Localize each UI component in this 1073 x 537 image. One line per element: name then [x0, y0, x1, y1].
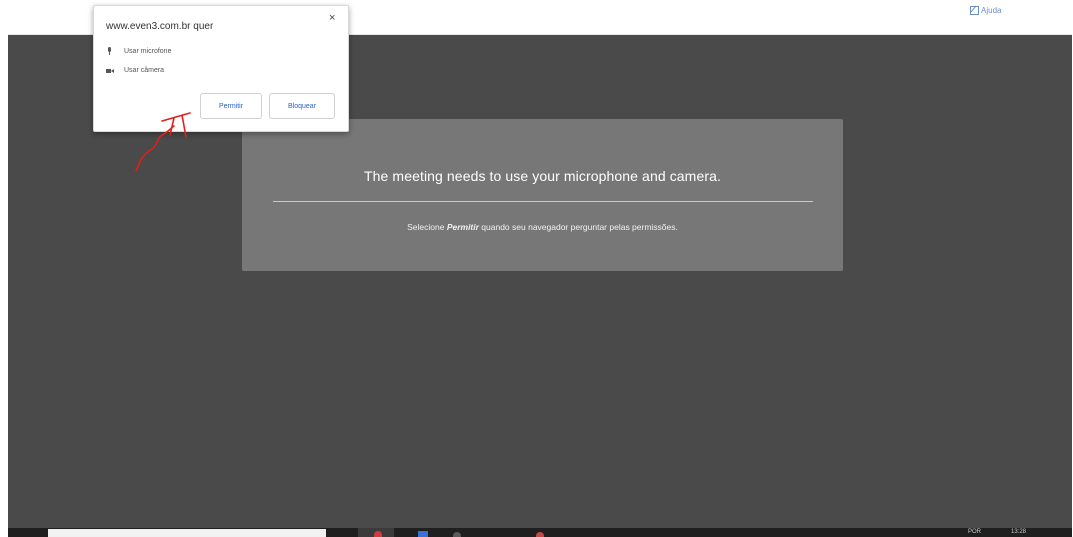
- permission-notice: The meeting needs to use your microphone…: [242, 119, 843, 271]
- arrow-shaft: [135, 125, 175, 172]
- camera-label: Usar câmera: [124, 67, 165, 74]
- taskbar-app-icon[interactable]: [536, 532, 544, 537]
- edit-icon: [970, 6, 979, 15]
- notice-subtitle-emphasis: Permitir: [446, 222, 479, 232]
- block-button[interactable]: Bloquear: [269, 93, 335, 119]
- popup-origin: www.even3.com.br quer: [106, 21, 214, 32]
- allow-button[interactable]: Permitir: [200, 93, 262, 119]
- taskbar: POR 13:28: [8, 528, 1072, 537]
- notice-title: The meeting needs to use your microphone…: [364, 168, 721, 184]
- notice-subtitle-end: quando seu navegador perguntar pelas per…: [478, 222, 678, 232]
- close-button[interactable]: ×: [329, 13, 335, 24]
- screen: Ajuda The meeting needs to use your micr…: [0, 0, 1073, 537]
- microphone-permission: Usar microfone: [106, 47, 171, 56]
- camera-icon: [106, 68, 114, 74]
- chrome-icon[interactable]: [374, 531, 382, 537]
- mail-icon[interactable]: [418, 531, 428, 537]
- tray-language[interactable]: POR: [968, 528, 981, 536]
- taskbar-app-icon[interactable]: [453, 532, 461, 537]
- microphone-label: Usar microfone: [124, 48, 172, 55]
- tray-clock[interactable]: 13:28: [1011, 528, 1026, 536]
- microphone-icon: [106, 47, 114, 56]
- red-arrow-annotation: [135, 112, 191, 172]
- camera-permission: Usar câmera: [106, 67, 164, 74]
- notice-divider: [273, 201, 813, 202]
- help-label: Ajuda: [981, 6, 1002, 15]
- notice-subtitle-start: Selecione: [407, 222, 447, 232]
- notice-subtitle: Selecione Permitir quando seu navegador …: [242, 222, 843, 232]
- help-link[interactable]: Ajuda: [970, 6, 1001, 15]
- taskbar-search[interactable]: [48, 529, 326, 537]
